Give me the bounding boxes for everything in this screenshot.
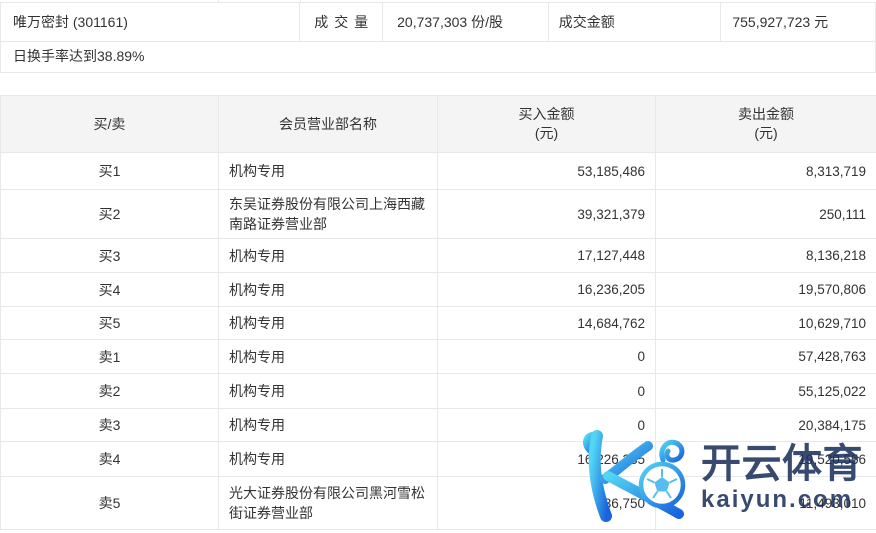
summary-row: 唯万密封 (301161) 成交量 20,737,303 份/股 成交金额 75… <box>0 2 876 42</box>
side-cell: 卖3 <box>1 409 219 442</box>
side-cell: 买2 <box>1 190 219 239</box>
broker-cell: 机构专用 <box>219 307 438 340</box>
broker-cell: 机构专用 <box>219 153 438 190</box>
side-cell: 卖1 <box>1 340 219 374</box>
broker-cell: 机构专用 <box>219 239 438 273</box>
table-header: 买/卖 会员营业部名称 买入金额 (元) 卖出金额 (元) <box>1 96 876 153</box>
amount-value: 755,927,723 元 <box>721 3 875 41</box>
watermark-brand: 开云体育 <box>701 442 863 486</box>
volume-label: 成交量 <box>300 3 383 41</box>
broker-cell: 光大证券股份有限公司黑河雪松街证券营业部 <box>219 477 438 530</box>
buy-amount-cell: 53,185,486 <box>438 153 656 190</box>
col-header-buy: 买入金额 (元) <box>438 96 656 153</box>
broker-cell: 机构专用 <box>219 409 438 442</box>
sell-amount-cell: 55,125,022 <box>656 374 876 409</box>
table-row: 买4 机构专用 16,236,205 19,570,806 <box>1 273 876 307</box>
col-header-sell-line2: (元) <box>656 124 876 143</box>
kaiyun-watermark: 开云体育 kaiyun.com <box>574 428 863 524</box>
side-cell: 买1 <box>1 153 219 190</box>
turnover-note: 日换手率达到38.89% <box>0 42 876 73</box>
broker-cell: 机构专用 <box>219 374 438 409</box>
lhb-page: 唯万密封 (301161) 成交量 20,737,303 份/股 成交金额 75… <box>0 0 876 533</box>
stock-summary: 唯万密封 (301161) 成交量 20,737,303 份/股 成交金额 75… <box>0 2 876 73</box>
table-row: 买1 机构专用 53,185,486 8,313,719 <box>1 153 876 190</box>
col-header-side: 买/卖 <box>1 96 219 153</box>
sell-amount-cell: 8,136,218 <box>656 239 876 273</box>
broker-cell: 机构专用 <box>219 442 438 477</box>
amount-label: 成交金额 <box>549 3 722 41</box>
stock-name: 唯万密封 (301161) <box>1 3 300 41</box>
header-row: 买/卖 会员营业部名称 买入金额 (元) 卖出金额 (元) <box>1 96 876 153</box>
watermark-text: 开云体育 kaiyun.com <box>701 428 863 513</box>
side-cell: 卖2 <box>1 374 219 409</box>
sell-amount-cell: 250,111 <box>656 190 876 239</box>
broker-cell: 机构专用 <box>219 340 438 374</box>
table-row: 卖1 机构专用 0 57,428,763 <box>1 340 876 374</box>
buy-amount-cell: 0 <box>438 374 656 409</box>
table-row: 买3 机构专用 17,127,448 8,136,218 <box>1 239 876 273</box>
table-row: 买5 机构专用 14,684,762 10,629,710 <box>1 307 876 340</box>
table-row: 卖2 机构专用 0 55,125,022 <box>1 374 876 409</box>
sell-amount-cell: 8,313,719 <box>656 153 876 190</box>
buy-amount-cell: 16,236,205 <box>438 273 656 307</box>
broker-cell: 机构专用 <box>219 273 438 307</box>
col-header-sell: 卖出金额 (元) <box>656 96 876 153</box>
buy-amount-cell: 14,684,762 <box>438 307 656 340</box>
volume-value: 20,737,303 份/股 <box>383 3 549 41</box>
buy-amount-cell: 0 <box>438 340 656 374</box>
table-row: 买2 东吴证券股份有限公司上海西藏南路证券营业部 39,321,379 250,… <box>1 190 876 239</box>
sell-amount-cell: 57,428,763 <box>656 340 876 374</box>
sell-amount-cell: 19,570,806 <box>656 273 876 307</box>
side-cell: 买4 <box>1 273 219 307</box>
side-cell: 卖4 <box>1 442 219 477</box>
col-header-buy-line2: (元) <box>438 124 655 143</box>
broker-cell: 东吴证券股份有限公司上海西藏南路证券营业部 <box>219 190 438 239</box>
watermark-domain: kaiyun.com <box>701 486 863 513</box>
buy-amount-cell: 17,127,448 <box>438 239 656 273</box>
buy-amount-cell: 39,321,379 <box>438 190 656 239</box>
side-cell: 卖5 <box>1 477 219 530</box>
sell-amount-cell: 10,629,710 <box>656 307 876 340</box>
col-header-broker: 会员营业部名称 <box>219 96 438 153</box>
side-cell: 买3 <box>1 239 219 273</box>
side-cell: 买5 <box>1 307 219 340</box>
col-header-sell-line1: 卖出金额 <box>656 105 876 124</box>
kaiyun-k-soccer-logo-icon <box>574 428 698 524</box>
col-header-buy-line1: 买入金额 <box>438 105 655 124</box>
